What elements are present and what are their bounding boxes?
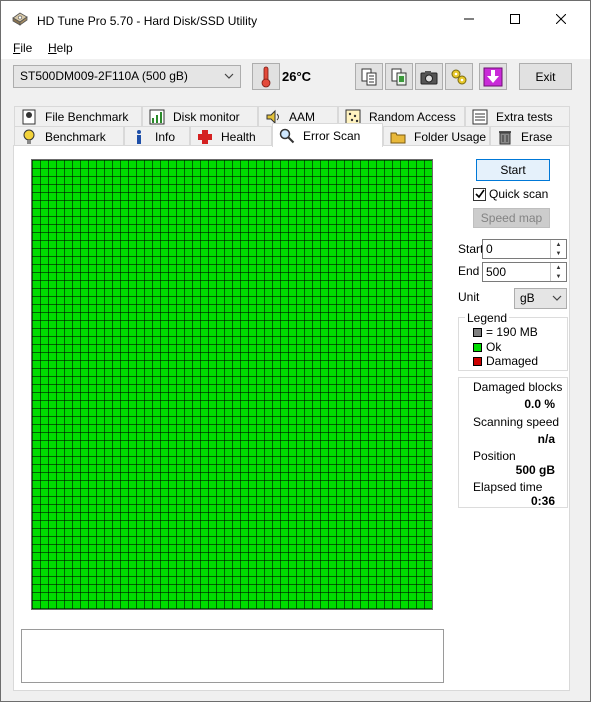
- end-value: 500: [486, 265, 507, 279]
- screenshot-button[interactable]: [415, 63, 443, 90]
- scanning-speed-label: Scanning speed: [473, 415, 560, 429]
- block-swatch: [473, 327, 482, 337]
- thermometer-icon: [261, 66, 271, 87]
- scan-log-box[interactable]: [21, 629, 444, 683]
- toolbar: ST500DM009-2F110A (500 gB) 26°C Exit: [1, 59, 590, 99]
- wrench-gear-icon: [451, 69, 467, 84]
- checkbox-box[interactable]: [473, 187, 486, 201]
- save-button[interactable]: [479, 63, 507, 90]
- copy-text-button[interactable]: [355, 63, 383, 90]
- lightbulb-icon: [21, 129, 37, 145]
- spin-down-icon[interactable]: ▼: [551, 249, 566, 258]
- tab-extra-tests[interactable]: Extra tests: [465, 106, 570, 126]
- start-value: 0: [486, 242, 493, 256]
- end-field-label: End: [458, 264, 480, 278]
- close-icon: [556, 14, 566, 24]
- speed-map-button[interactable]: Speed map: [473, 208, 550, 228]
- tab-erase[interactable]: Erase: [490, 126, 570, 146]
- legend-block-size: = 190 MB: [473, 325, 538, 339]
- download-arrow-icon: [483, 67, 503, 86]
- legend-damaged: Damaged: [473, 354, 538, 368]
- title-bar[interactable]: HD Tune Pro 5.70 - Hard Disk/SSD Utility: [1, 1, 590, 37]
- tab-file-benchmark[interactable]: File Benchmark: [14, 106, 142, 126]
- copy-info-button[interactable]: [385, 63, 413, 90]
- scanning-speed-value: n/a: [537, 432, 555, 446]
- spin-up-icon[interactable]: ▲: [551, 240, 566, 249]
- menu-help[interactable]: Help: [48, 41, 73, 55]
- quick-scan-checkbox[interactable]: Quick scan: [473, 187, 548, 201]
- quick-scan-label: Quick scan: [489, 187, 549, 201]
- drive-select[interactable]: ST500DM009-2F110A (500 gB): [13, 65, 241, 88]
- check-mark-icon: [474, 189, 485, 199]
- unit-label: Unit: [458, 290, 480, 304]
- tab-error-scan[interactable]: Error Scan: [272, 123, 383, 147]
- scan-block-grid: [31, 159, 433, 610]
- chevron-down-icon: [224, 73, 234, 79]
- options-button[interactable]: [445, 63, 473, 90]
- elapsed-time-value: 0:36: [530, 494, 555, 508]
- unit-select-value: gB: [520, 291, 535, 305]
- chevron-down-icon: [552, 295, 562, 301]
- elapsed-time-label: Elapsed time: [473, 480, 543, 494]
- minimize-button[interactable]: [446, 1, 492, 37]
- copy-text-icon: [361, 68, 377, 85]
- file-benchmark-icon: [21, 109, 37, 125]
- window-title: HD Tune Pro 5.70 - Hard Disk/SSD Utility: [37, 14, 258, 28]
- close-button[interactable]: [538, 1, 584, 37]
- tab-disk-monitor[interactable]: Disk monitor: [142, 106, 258, 126]
- menu-file[interactable]: File: [13, 41, 32, 55]
- end-spinbox[interactable]: 500 ▲ ▼: [482, 262, 567, 282]
- maximize-button[interactable]: [492, 1, 538, 37]
- legend-ok: Ok: [473, 340, 501, 354]
- trash-icon: [497, 129, 513, 145]
- exit-button[interactable]: Exit: [519, 63, 572, 90]
- unit-select[interactable]: gB: [514, 288, 567, 309]
- menu-bar: File Help: [1, 37, 590, 59]
- maximize-icon: [510, 14, 520, 24]
- folder-icon: [390, 129, 406, 145]
- copy-info-icon: [391, 68, 407, 85]
- ok-swatch: [473, 342, 482, 352]
- health-cross-icon: [197, 129, 213, 145]
- hdtune-app-icon: [12, 12, 28, 26]
- tab-folder-usage[interactable]: Folder Usage: [383, 126, 490, 146]
- damaged-blocks-label: Damaged blocks: [473, 380, 563, 394]
- drive-select-value: ST500DM009-2F110A (500 gB): [20, 69, 188, 83]
- start-button[interactable]: Start: [476, 159, 550, 181]
- damaged-swatch: [473, 356, 482, 366]
- disk-monitor-icon: [149, 109, 165, 125]
- start-spinbox[interactable]: 0 ▲ ▼: [482, 239, 567, 259]
- position-label: Position: [473, 449, 516, 463]
- damaged-blocks-value: 0.0 %: [524, 397, 555, 411]
- extra-tests-icon: [472, 109, 488, 125]
- minimize-icon: [464, 18, 474, 20]
- tab-benchmark[interactable]: Benchmark: [14, 126, 124, 146]
- spin-down-icon[interactable]: ▼: [551, 272, 566, 281]
- info-icon: [131, 129, 147, 145]
- start-spin-arrows[interactable]: ▲ ▼: [550, 240, 566, 258]
- app-window: HD Tune Pro 5.70 - Hard Disk/SSD Utility…: [0, 0, 591, 702]
- spin-up-icon[interactable]: ▲: [551, 263, 566, 272]
- end-spin-arrows[interactable]: ▲ ▼: [550, 263, 566, 281]
- camera-icon: [420, 70, 438, 84]
- temperature-button[interactable]: [252, 63, 280, 90]
- temperature-value: 26°C: [282, 69, 312, 84]
- position-value: 500 gB: [515, 463, 555, 477]
- tab-health[interactable]: Health: [190, 126, 272, 146]
- legend-title: Legend: [465, 311, 510, 325]
- magnifier-icon: [279, 128, 295, 144]
- tab-info[interactable]: Info: [124, 126, 190, 146]
- start-field-label: Start: [458, 242, 484, 256]
